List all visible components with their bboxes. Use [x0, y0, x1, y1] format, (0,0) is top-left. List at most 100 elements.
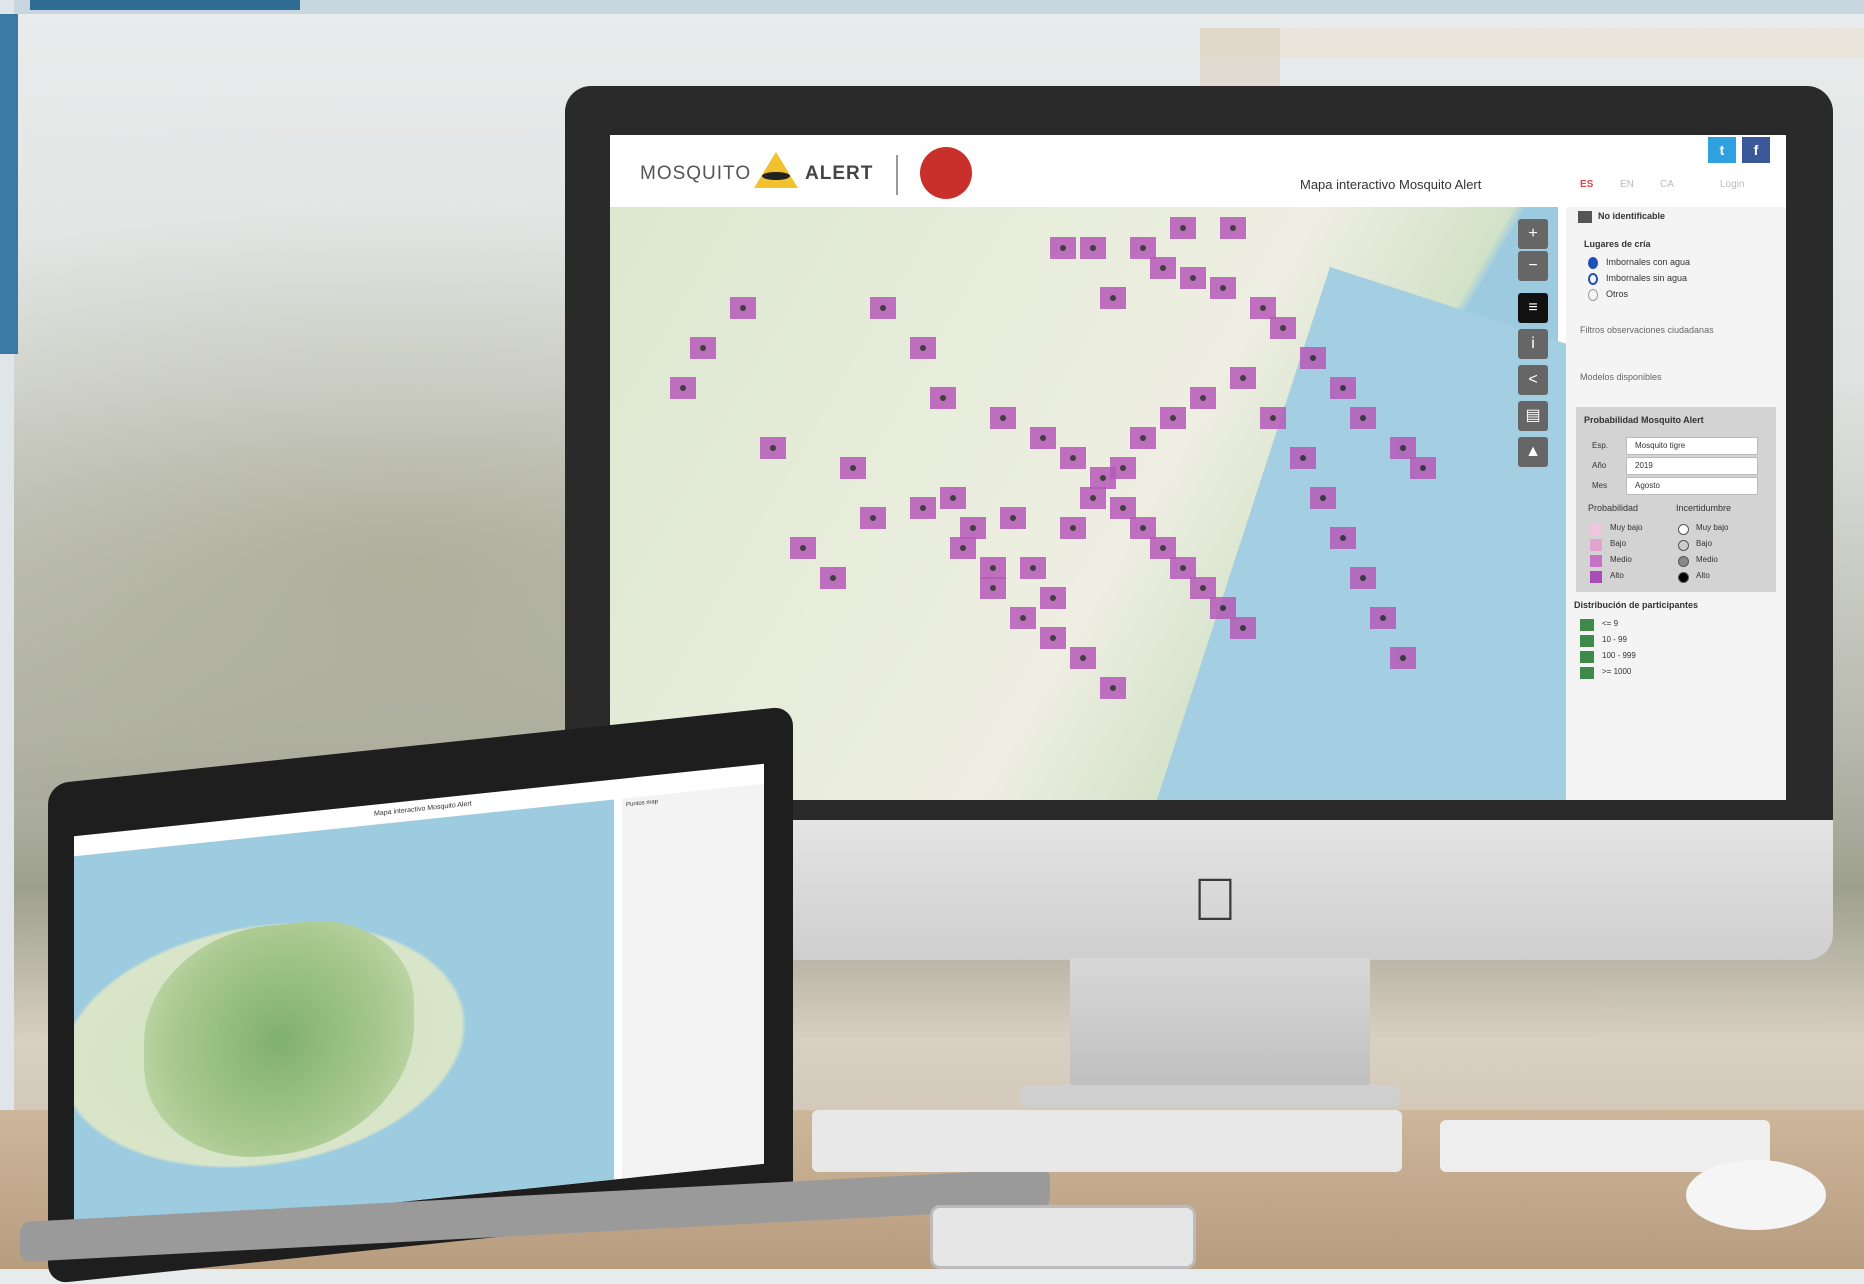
probability-cell[interactable] [1100, 287, 1126, 309]
probability-cell[interactable] [1330, 527, 1356, 549]
probability-cell[interactable] [1030, 427, 1056, 449]
probability-cell[interactable] [950, 537, 976, 559]
breeding-water-label[interactable]: Imbornales con agua [1606, 257, 1690, 267]
probability-cell[interactable] [670, 377, 696, 399]
probability-cell[interactable] [910, 337, 936, 359]
photo-left-accent [0, 14, 18, 354]
uncertainty-level-label: Bajo [1696, 539, 1713, 548]
zoom-out-button[interactable]: − [1518, 251, 1548, 281]
probability-cell[interactable] [1230, 367, 1256, 389]
probability-cell[interactable] [1250, 297, 1276, 319]
lang-es-link[interactable]: ES [1580, 179, 1593, 190]
window-sill [1200, 28, 1864, 58]
probability-cell[interactable] [1390, 437, 1416, 459]
twitter-button[interactable]: t [1708, 137, 1736, 163]
probability-cell[interactable] [840, 457, 866, 479]
month-select[interactable]: Agosto [1626, 477, 1758, 495]
probability-cell[interactable] [790, 537, 816, 559]
probability-cell[interactable] [1190, 387, 1216, 409]
probability-cell[interactable] [1300, 347, 1326, 369]
probability-cell[interactable] [820, 567, 846, 589]
probability-cell[interactable] [1040, 587, 1066, 609]
models-section-toggle[interactable]: Modelos disponibles [1580, 372, 1662, 382]
probability-cell[interactable] [1150, 257, 1176, 279]
download-button[interactable]: ▲ [1518, 437, 1548, 467]
layers-button[interactable]: ≡ [1518, 293, 1548, 323]
unidentified-icon [1578, 211, 1592, 223]
zoom-in-button[interactable]: + [1518, 219, 1548, 249]
uncertainty-dot-icon [1678, 572, 1689, 583]
facebook-button[interactable]: f [1742, 137, 1770, 163]
probability-cell[interactable] [1370, 607, 1396, 629]
breeding-water-pin-icon [1588, 257, 1598, 269]
probability-cell[interactable] [1040, 627, 1066, 649]
probability-cell[interactable] [990, 407, 1016, 429]
probability-cell[interactable] [1160, 407, 1186, 429]
probability-cell[interactable] [1110, 497, 1136, 519]
probability-cell[interactable] [980, 577, 1006, 599]
participants-swatch [1580, 651, 1594, 663]
lang-en-link[interactable]: EN [1620, 179, 1634, 190]
probability-cell[interactable] [1130, 237, 1156, 259]
probability-cell[interactable] [1230, 617, 1256, 639]
probability-cell[interactable] [870, 297, 896, 319]
login-link[interactable]: Login [1720, 179, 1744, 190]
probability-cell[interactable] [1260, 407, 1286, 429]
probability-cell[interactable] [1010, 607, 1036, 629]
probability-cell[interactable] [1390, 647, 1416, 669]
probability-cell[interactable] [1410, 457, 1436, 479]
probability-cell[interactable] [690, 337, 716, 359]
laptop-layer-tag[interactable]: Puntos map [626, 799, 658, 808]
keyboard [812, 1110, 1402, 1172]
laptop-map-canvas[interactable] [74, 799, 614, 1237]
report-button[interactable]: ▤ [1518, 401, 1548, 431]
probability-cell[interactable] [1130, 427, 1156, 449]
probability-cell[interactable] [1190, 577, 1216, 599]
probability-cell[interactable] [1330, 377, 1356, 399]
probability-cell[interactable] [1020, 557, 1046, 579]
unidentified-label[interactable]: No identificable [1598, 211, 1665, 221]
probability-cell[interactable] [1270, 317, 1296, 339]
probability-cell[interactable] [1170, 557, 1196, 579]
share-button[interactable]: < [1518, 365, 1548, 395]
probability-cell[interactable] [1130, 517, 1156, 539]
breeding-other-label[interactable]: Otros [1606, 289, 1628, 299]
probability-cell[interactable] [930, 387, 956, 409]
probability-cell[interactable] [1310, 487, 1336, 509]
probability-cell[interactable] [1210, 277, 1236, 299]
probability-cell[interactable] [760, 437, 786, 459]
probability-cell[interactable] [1080, 487, 1106, 509]
probability-cell[interactable] [1290, 447, 1316, 469]
lang-ca-link[interactable]: CA [1660, 179, 1674, 190]
probability-cell[interactable] [1170, 217, 1196, 239]
uncertainty-dot-icon [1678, 524, 1689, 535]
probability-cell[interactable] [1080, 237, 1106, 259]
probability-cell[interactable] [1060, 517, 1086, 539]
probability-cell[interactable] [1060, 447, 1086, 469]
probability-cell[interactable] [730, 297, 756, 319]
info-button[interactable]: i [1518, 329, 1548, 359]
probability-cell[interactable] [1150, 537, 1176, 559]
uncertainty-level-label: Medio [1696, 555, 1718, 564]
probability-cell[interactable] [940, 487, 966, 509]
probability-cell[interactable] [860, 507, 886, 529]
probability-cell[interactable] [1070, 647, 1096, 669]
species-select[interactable]: Mosquito tigre [1626, 437, 1758, 455]
filter-section-toggle[interactable]: Filtros observaciones ciudadanas [1580, 325, 1740, 335]
probability-cell[interactable] [1350, 567, 1376, 589]
probability-cell[interactable] [1100, 677, 1126, 699]
year-select[interactable]: 2019 [1626, 457, 1758, 475]
participants-title: Distribución de participantes [1574, 600, 1699, 610]
breeding-dry-label[interactable]: Imbornales sin agua [1606, 273, 1687, 283]
uncertainty-level-label: Alto [1696, 571, 1710, 580]
probability-cell[interactable] [1000, 507, 1026, 529]
probability-cell[interactable] [960, 517, 986, 539]
probability-cell[interactable] [1350, 407, 1376, 429]
probability-cell[interactable] [980, 557, 1006, 579]
probability-cell[interactable] [1210, 597, 1236, 619]
probability-cell[interactable] [1220, 217, 1246, 239]
probability-cell[interactable] [1050, 237, 1076, 259]
probability-cell[interactable] [1180, 267, 1206, 289]
probability-cell[interactable] [910, 497, 936, 519]
probability-cell[interactable] [1110, 457, 1136, 479]
